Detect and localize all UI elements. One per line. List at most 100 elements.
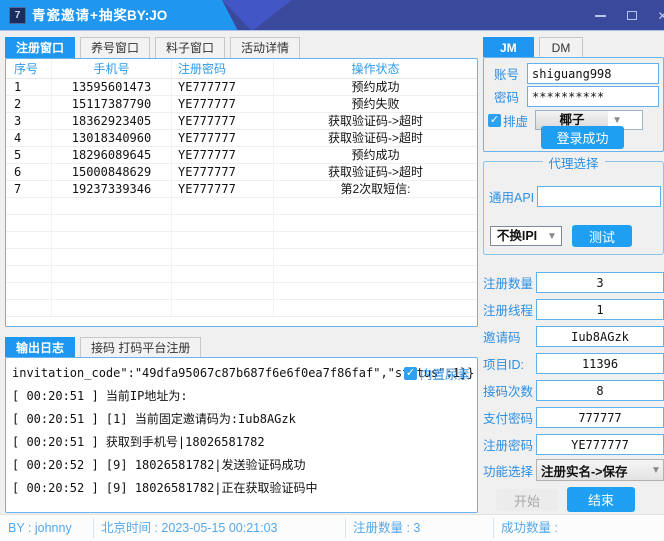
cell-phone: 13595601473 (52, 79, 172, 95)
function-select-label: 功能选择 (483, 461, 536, 480)
titlebar: 7 青瓷邀请+抽奖 BY:JO ✕ (0, 0, 664, 31)
builtin-urea-label: 内置尿素 (420, 364, 470, 383)
builtin-urea-checkbox[interactable] (404, 367, 417, 380)
project-id-label: 项目ID: (483, 354, 536, 373)
app-icon: 7 (9, 7, 26, 24)
status-beijing-time: 北京时间 : 2023-05-15 00:21:03 (101, 515, 278, 541)
tab-output-log[interactable]: 输出日志 (5, 337, 75, 357)
col-header-password: 注册密码 (172, 59, 274, 78)
cell-seq: 5 (6, 147, 52, 163)
start-button[interactable]: 开始 (496, 489, 558, 511)
cell-password: YE777777 (172, 79, 274, 95)
sms-attempts-label: 接码次数 (483, 381, 536, 400)
sms-attempts-input[interactable] (536, 380, 664, 401)
cell-status: 获取验证码->超时 (274, 113, 477, 129)
cell-phone: 19237339346 (52, 181, 172, 197)
maximize-button[interactable] (616, 0, 647, 31)
cell-password: YE777777 (172, 130, 274, 146)
tab-register-window[interactable]: 注册窗口 (5, 37, 75, 58)
cell-status: 预约成功 (274, 79, 477, 95)
cell-status: 预约成功 (274, 147, 477, 163)
cell-password: YE777777 (172, 96, 274, 112)
end-button[interactable]: 结束 (567, 487, 635, 512)
register-count-label: 注册数量 (483, 273, 536, 292)
cell-password: YE777777 (172, 113, 274, 129)
table-empty-row (6, 232, 477, 249)
cell-phone: 15000848629 (52, 164, 172, 180)
window-title-author: BY:JO (127, 0, 167, 31)
log-line: [ 00:20:51 ] 当前IP地址为: (12, 385, 475, 408)
tab-nurture-window[interactable]: 养号窗口 (80, 37, 150, 58)
cell-seq: 2 (6, 96, 52, 112)
maximize-icon (627, 11, 637, 20)
pay-password-input[interactable] (536, 407, 664, 428)
cell-status: 预约失败 (274, 96, 477, 112)
cell-seq: 6 (6, 164, 52, 180)
pay-password-label: 支付密码 (483, 408, 536, 427)
table-header-row: 序号 手机号 注册密码 操作状态 (6, 59, 477, 79)
table-row[interactable]: 3 18362923405 YE777777 获取验证码->超时 (6, 113, 477, 130)
tab-jm[interactable]: JM (483, 37, 534, 57)
main-tab-strip: 注册窗口 养号窗口 料子窗口 活动详情 (5, 37, 305, 58)
table-row[interactable]: 5 18296089645 YE777777 预约成功 (6, 147, 477, 164)
tab-activity-details[interactable]: 活动详情 (230, 37, 300, 58)
status-success-count: 成功数量 : (501, 515, 558, 541)
table-row[interactable]: 1 13595601473 YE777777 预约成功 (6, 79, 477, 96)
password-input[interactable] (527, 86, 659, 107)
cell-phone: 15117387790 (52, 96, 172, 112)
table-empty-row (6, 266, 477, 283)
table-empty-row (6, 283, 477, 300)
register-thread-label: 注册线程 (483, 300, 536, 319)
chevron-down-icon: ▼ (608, 115, 626, 126)
tab-material-window[interactable]: 料子窗口 (155, 37, 225, 58)
filter-virtual-label: 排虚 (503, 111, 528, 130)
chevron-down-icon: ▼ (543, 231, 561, 242)
api-label: 通用API (489, 187, 534, 206)
account-input[interactable] (527, 63, 659, 84)
cell-password: YE777777 (172, 147, 274, 163)
test-button[interactable]: 测试 (572, 225, 632, 247)
close-button[interactable]: ✕ (647, 0, 664, 31)
account-label: 账号 (494, 64, 519, 83)
col-header-phone: 手机号 (52, 59, 172, 78)
register-password-input[interactable] (536, 434, 664, 455)
ip-mode-dropdown-value: 不换IPI (491, 227, 543, 245)
login-group-box: 账号 密码 排虚 椰子 ▼ 登录成功 (483, 57, 664, 152)
minimize-icon (595, 15, 606, 17)
log-tab-strip: 输出日志 接码 打码平台注册 (5, 337, 206, 357)
table-row[interactable]: 4 13018340960 YE777777 获取验证码->超时 (6, 130, 477, 147)
statusbar-divider (493, 518, 494, 538)
login-status-button[interactable]: 登录成功 (541, 126, 624, 149)
filter-virtual-checkbox[interactable] (488, 114, 501, 127)
log-line: [ 00:20:51 ] 获取到手机号|18026581782 (12, 431, 475, 454)
ip-mode-dropdown[interactable]: 不换IPI ▼ (490, 226, 562, 246)
register-password-label: 注册密码 (483, 435, 536, 454)
statusbar-divider (93, 518, 94, 538)
window-title: 青瓷邀请+抽奖 (32, 0, 128, 31)
cell-status: 第2次取短信: (274, 181, 477, 197)
tab-dm[interactable]: DM (539, 37, 584, 57)
cell-password: YE777777 (172, 181, 274, 197)
cell-seq: 4 (6, 130, 52, 146)
register-thread-input[interactable] (536, 299, 664, 320)
table-row[interactable]: 2 15117387790 YE777777 预约失败 (6, 96, 477, 113)
proxy-group-title: 代理选择 (542, 153, 604, 172)
log-line: [ 00:20:51 ] [1] 当前固定邀请码为:Iub8AGzk (12, 408, 475, 431)
project-id-input[interactable] (536, 353, 664, 374)
function-select-dropdown[interactable]: 注册实名->保存 ▼ (536, 459, 664, 481)
table-row[interactable]: 6 15000848629 YE777777 获取验证码->超时 (6, 164, 477, 181)
log-line: [ 00:20:52 ] [9] 18026581782|正在获取验证码中 (12, 477, 475, 500)
tab-code-platform-register[interactable]: 接码 打码平台注册 (80, 337, 201, 357)
table-row[interactable]: 7 19237339346 YE777777 第2次取短信: (6, 181, 477, 198)
app-icon-glyph: 7 (15, 10, 21, 21)
api-input[interactable] (537, 186, 661, 207)
invite-code-input[interactable] (536, 326, 664, 347)
window-controls: ✕ (585, 0, 664, 31)
password-label: 密码 (494, 87, 519, 106)
output-log-box[interactable]: invitation_code":"49dfa95067c87b687f6e6f… (5, 357, 478, 513)
minimize-button[interactable] (585, 0, 616, 31)
function-select-value: 注册实名->保存 (537, 461, 649, 480)
register-count-input[interactable] (536, 272, 664, 293)
registration-table: 序号 手机号 注册密码 操作状态 1 13595601473 YE777777 … (5, 58, 478, 327)
cell-password: YE777777 (172, 164, 274, 180)
